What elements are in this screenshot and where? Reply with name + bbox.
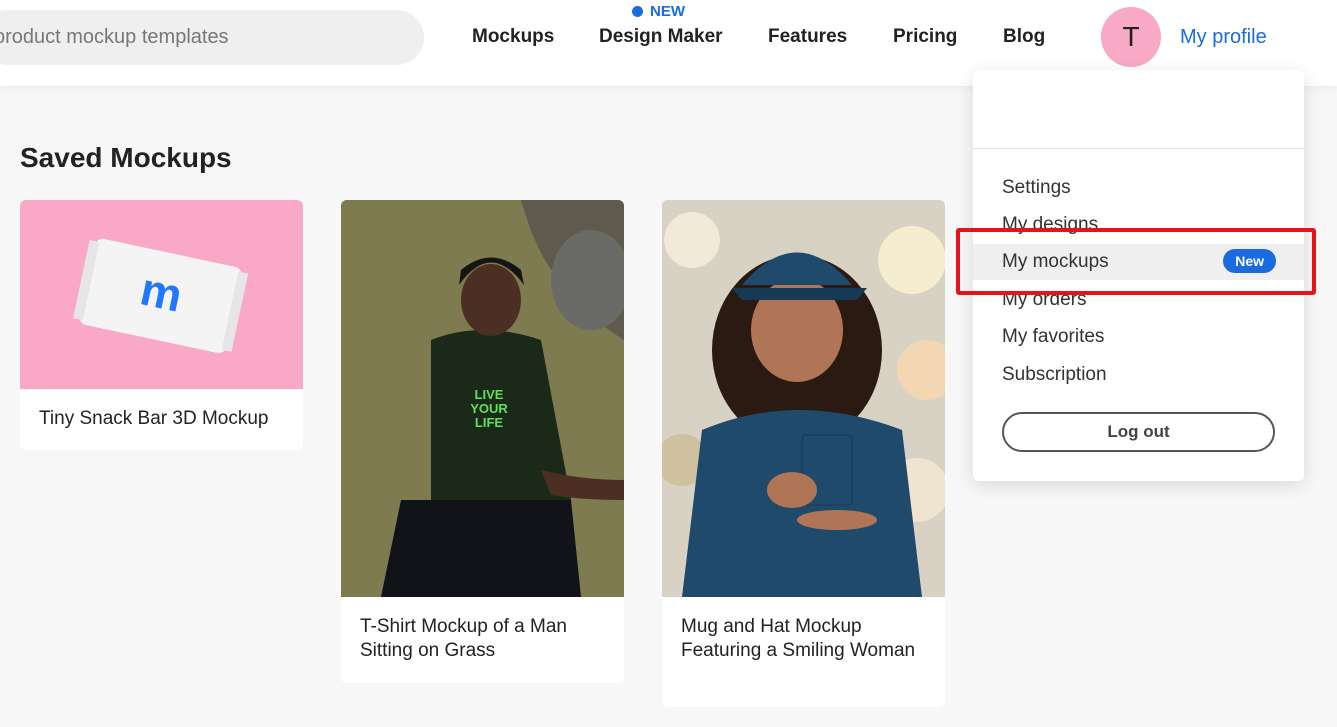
logout-button[interactable]: Log out [1002, 412, 1275, 452]
mockup-card-mug-hat[interactable]: Mug and Hat Mockup Featuring a Smiling W… [662, 200, 945, 707]
mockup-card-snack[interactable]: m Tiny Snack Bar 3D Mockup [20, 200, 303, 450]
tshirt-man-image: LIVE YOUR LIFE [341, 200, 624, 597]
dot-icon [632, 6, 643, 17]
shirt-print-line-1: LIVE [475, 387, 504, 402]
nav-blog[interactable]: Blog [1003, 26, 1045, 48]
nav-mockups[interactable]: Mockups [472, 26, 554, 48]
shirt-print-line-3: LIFE [475, 415, 503, 430]
avatar[interactable]: T [1101, 7, 1161, 67]
menu-item-label: My designs [1002, 214, 1099, 235]
search-input[interactable] [0, 26, 424, 49]
new-badge: New [1223, 249, 1276, 273]
mockup-card-tshirt[interactable]: LIVE YOUR LIFE T-Shirt Mockup of a Man S… [341, 200, 624, 683]
menu-item-my-orders[interactable]: My orders [973, 282, 1304, 318]
card-caption: Mug and Hat Mockup Featuring a Smiling W… [681, 616, 916, 661]
menu-item-label: My favorites [1002, 326, 1105, 347]
my-profile-link[interactable]: My profile [1180, 26, 1267, 49]
mockup-thumbnail[interactable]: LIVE YOUR LIFE [341, 200, 624, 597]
new-tag-label: NEW [650, 3, 685, 20]
menu-item-label: Subscription [1002, 364, 1107, 385]
page-title: Saved Mockups [20, 142, 232, 173]
menu-item-my-favorites[interactable]: My favorites [973, 319, 1304, 355]
menu-item-subscription[interactable]: Subscription [973, 357, 1304, 393]
card-caption: T-Shirt Mockup of a Man Sitting on Grass [360, 616, 567, 661]
menu-item-label: My orders [1002, 289, 1087, 310]
mug-hat-woman-image [662, 200, 945, 597]
menu-item-label: My mockups [1002, 251, 1109, 272]
mockup-thumbnail[interactable] [662, 200, 945, 597]
nav-pricing[interactable]: Pricing [893, 26, 957, 48]
menu-item-label: Settings [1002, 177, 1071, 198]
menu-item-my-mockups[interactable]: My mockups New [973, 244, 1304, 280]
new-feature-tag: NEW [632, 3, 685, 20]
menu-item-my-designs[interactable]: My designs [973, 207, 1304, 243]
nav-features[interactable]: Features [768, 26, 847, 48]
mockup-thumbnail[interactable]: m [20, 200, 303, 389]
menu-item-settings[interactable]: Settings [973, 170, 1304, 206]
profile-dropdown-menu: Settings My designs My mockups New My or… [973, 70, 1304, 481]
dropdown-divider [973, 148, 1304, 149]
search-bar[interactable] [0, 10, 424, 65]
shirt-print-line-2: YOUR [470, 401, 508, 416]
snack-bar-image: m [73, 238, 249, 354]
card-caption: Tiny Snack Bar 3D Mockup [39, 408, 269, 429]
nav-design-maker[interactable]: Design Maker [599, 26, 723, 48]
